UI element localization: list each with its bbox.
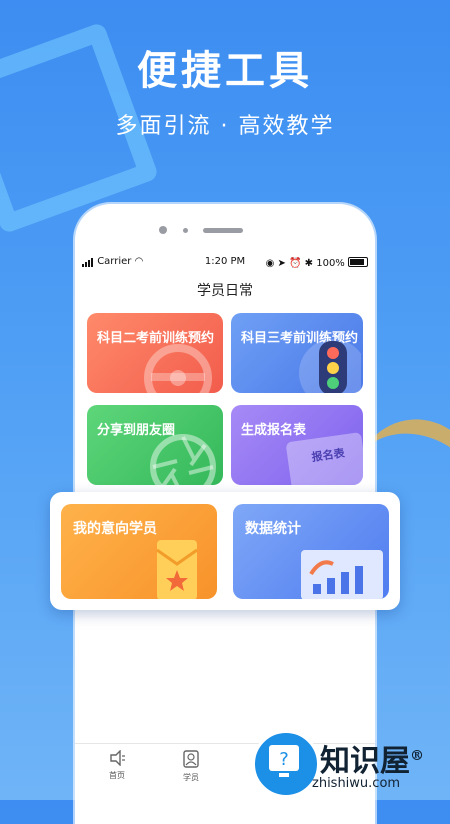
watermark-url: zhishiwu.com: [312, 776, 401, 791]
watermark-logo-text: 知识屋®: [320, 736, 424, 780]
screen-title: 学员日常: [197, 283, 253, 299]
bar-chart-icon: [301, 550, 383, 599]
home-speaker-icon: [110, 750, 125, 766]
camera-dot: [159, 226, 167, 234]
battery-label: 100%: [316, 258, 345, 269]
hero-title: 便捷工具: [137, 48, 313, 94]
watermark-brand: 知识屋: [320, 744, 410, 779]
student-icon: [183, 750, 199, 768]
card-data-statistics[interactable]: 数据统计: [233, 504, 389, 599]
status-right: ◉ ➤ ⏰ ✱ 100%: [266, 256, 368, 269]
tab-home[interactable]: 首页: [97, 750, 137, 781]
card-subject3-booking[interactable]: 科目三考前训练预约: [231, 313, 363, 393]
tab-students[interactable]: 学员: [171, 750, 211, 783]
card-label: 我的意向学员: [73, 521, 157, 537]
tab-label: 学员: [183, 773, 199, 782]
card-label: 数据统计: [245, 521, 301, 537]
card-label: 生成报名表: [241, 423, 307, 438]
status-icons: ◉ ➤ ⏰ ✱: [265, 258, 317, 269]
svg-text:?: ?: [279, 749, 289, 770]
watermark-registered-mark: ®: [410, 748, 424, 764]
sensor-dot: [183, 228, 188, 233]
card-intended-students[interactable]: 我的意向学员: [61, 504, 217, 599]
speaker-slot: [203, 228, 243, 233]
form-badge-text: 报名表: [310, 446, 346, 464]
card-subject2-booking[interactable]: 科目二考前训练预约: [87, 313, 223, 393]
red-envelope-icon: [156, 540, 198, 599]
traffic-light-icon: [299, 339, 361, 393]
monitor-question-icon: ?: [269, 745, 299, 777]
camera-aperture-icon: [150, 434, 216, 485]
battery-icon: [348, 257, 368, 267]
status-bar: Carrier ◠ 1:20 PM ◉ ➤ ⏰ ✱ 100%: [78, 256, 372, 270]
steering-wheel-icon: [144, 344, 212, 393]
watermark-question-icon: ?: [252, 730, 320, 798]
tab-label: 首页: [109, 771, 125, 780]
card-generate-form[interactable]: 生成报名表 报名表: [231, 405, 363, 485]
card-share-moments[interactable]: 分享到朋友圈: [87, 405, 223, 485]
form-document-icon: 报名表: [285, 431, 363, 485]
hero-subtitle: 多面引流 · 高效教学: [115, 114, 335, 139]
